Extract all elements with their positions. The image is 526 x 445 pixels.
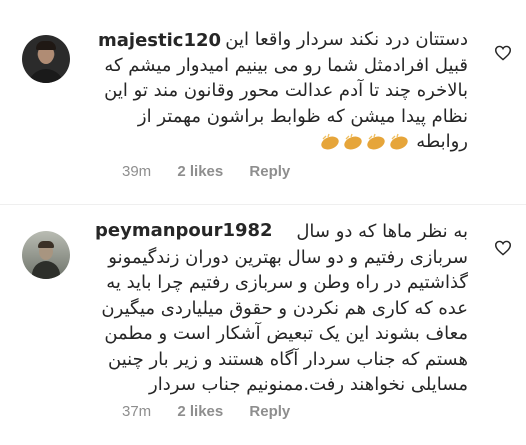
comment-line: به نظر ماها که دو سال: [296, 221, 468, 242]
clap-icon: [390, 134, 409, 150]
heart-icon[interactable]: [494, 240, 512, 256]
comment-username[interactable]: peymanpour1982: [95, 220, 273, 241]
comment-item: دستتان درد نکند سردار واقعا این قبیل افر…: [0, 0, 526, 205]
comment-line: هستم که جناب سردار آگاه هستند و زیر بار …: [108, 348, 468, 370]
clap-icon: [321, 134, 340, 150]
comment-line: مسایلی نخواهند رفت.ممنونیم جناب سردار: [149, 374, 468, 395]
comment-meta: 37m 2 likes Reply: [122, 403, 312, 420]
comment-line: گذاشتیم در راه وطن و سربازی رفتیم چرا با…: [106, 272, 468, 293]
comment-line: معاف بشوند این یک تبعیض آشکار است و مطمن: [104, 323, 468, 344]
comment-username[interactable]: majestic120: [98, 30, 221, 51]
likes-count[interactable]: 2 likes: [177, 403, 223, 420]
clap-icon: [344, 134, 363, 150]
comment-line: قبیل افرادمثل شما رو می بینیم امیدوار می…: [104, 54, 468, 76]
comment-line: بالاخره چند تا آدم عدالت محور وقانون مند…: [104, 80, 468, 101]
clapping-hands-emoji: [318, 129, 410, 155]
heart-icon[interactable]: [494, 45, 512, 61]
comment-timestamp: 37m: [122, 403, 152, 420]
comment-text: به نظر ماها که دو سال سربازی رفتیم و دو …: [101, 219, 468, 398]
comment-timestamp: 39m: [122, 163, 152, 180]
comment-line: نظام پیدا میشن که ظوابط براشون مهمتر از: [137, 105, 468, 127]
comment-line: روابطه: [416, 131, 468, 152]
comment-line: عده که کاری هم نکردن و حقوق میلیاردی میگ…: [101, 297, 468, 319]
comment-item: به نظر ماها که دو سال سربازی رفتیم و دو …: [0, 205, 526, 445]
comment-line: سربازی رفتیم و دو سال بهترین دوران زندگی…: [108, 246, 468, 268]
avatar[interactable]: [22, 231, 70, 279]
reply-button[interactable]: Reply: [249, 403, 290, 420]
likes-count[interactable]: 2 likes: [177, 163, 223, 180]
comment-meta: 39m 2 likes Reply: [122, 163, 312, 180]
clap-icon: [367, 134, 386, 150]
reply-button[interactable]: Reply: [249, 163, 290, 180]
comment-text: دستتان درد نکند سردار واقعا این قبیل افر…: [10, 27, 468, 155]
comment-line: دستتان درد نکند سردار واقعا این: [225, 29, 468, 50]
